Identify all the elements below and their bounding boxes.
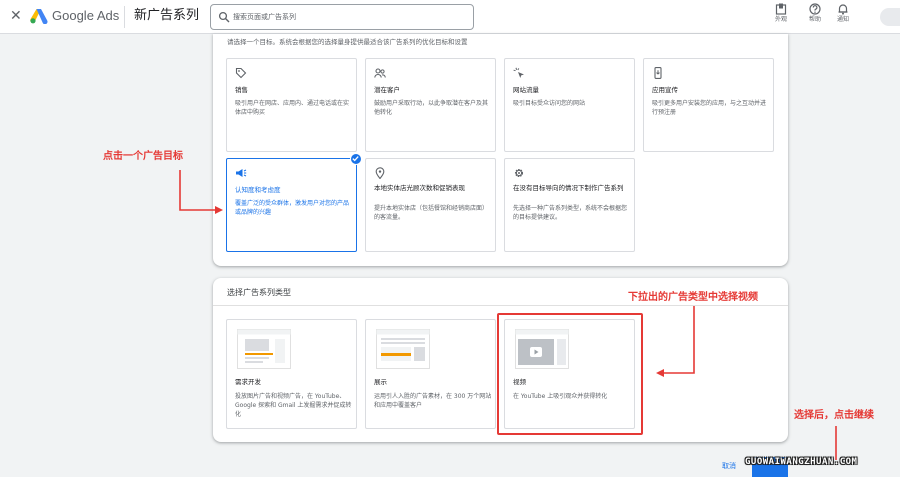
watermark: GUOWAIWANGZHUAN.COM: [745, 457, 858, 467]
annotation-arrows: [179, 170, 837, 460]
cancel-button[interactable]: 取消: [722, 462, 736, 471]
annotation-then-continue: 选择后，点击继续: [794, 410, 874, 421]
annotation-click-goal: 点击一个广告目标: [103, 151, 183, 162]
annotation-choose-video: 下拉出的广告类型中选择视频: [628, 292, 758, 303]
